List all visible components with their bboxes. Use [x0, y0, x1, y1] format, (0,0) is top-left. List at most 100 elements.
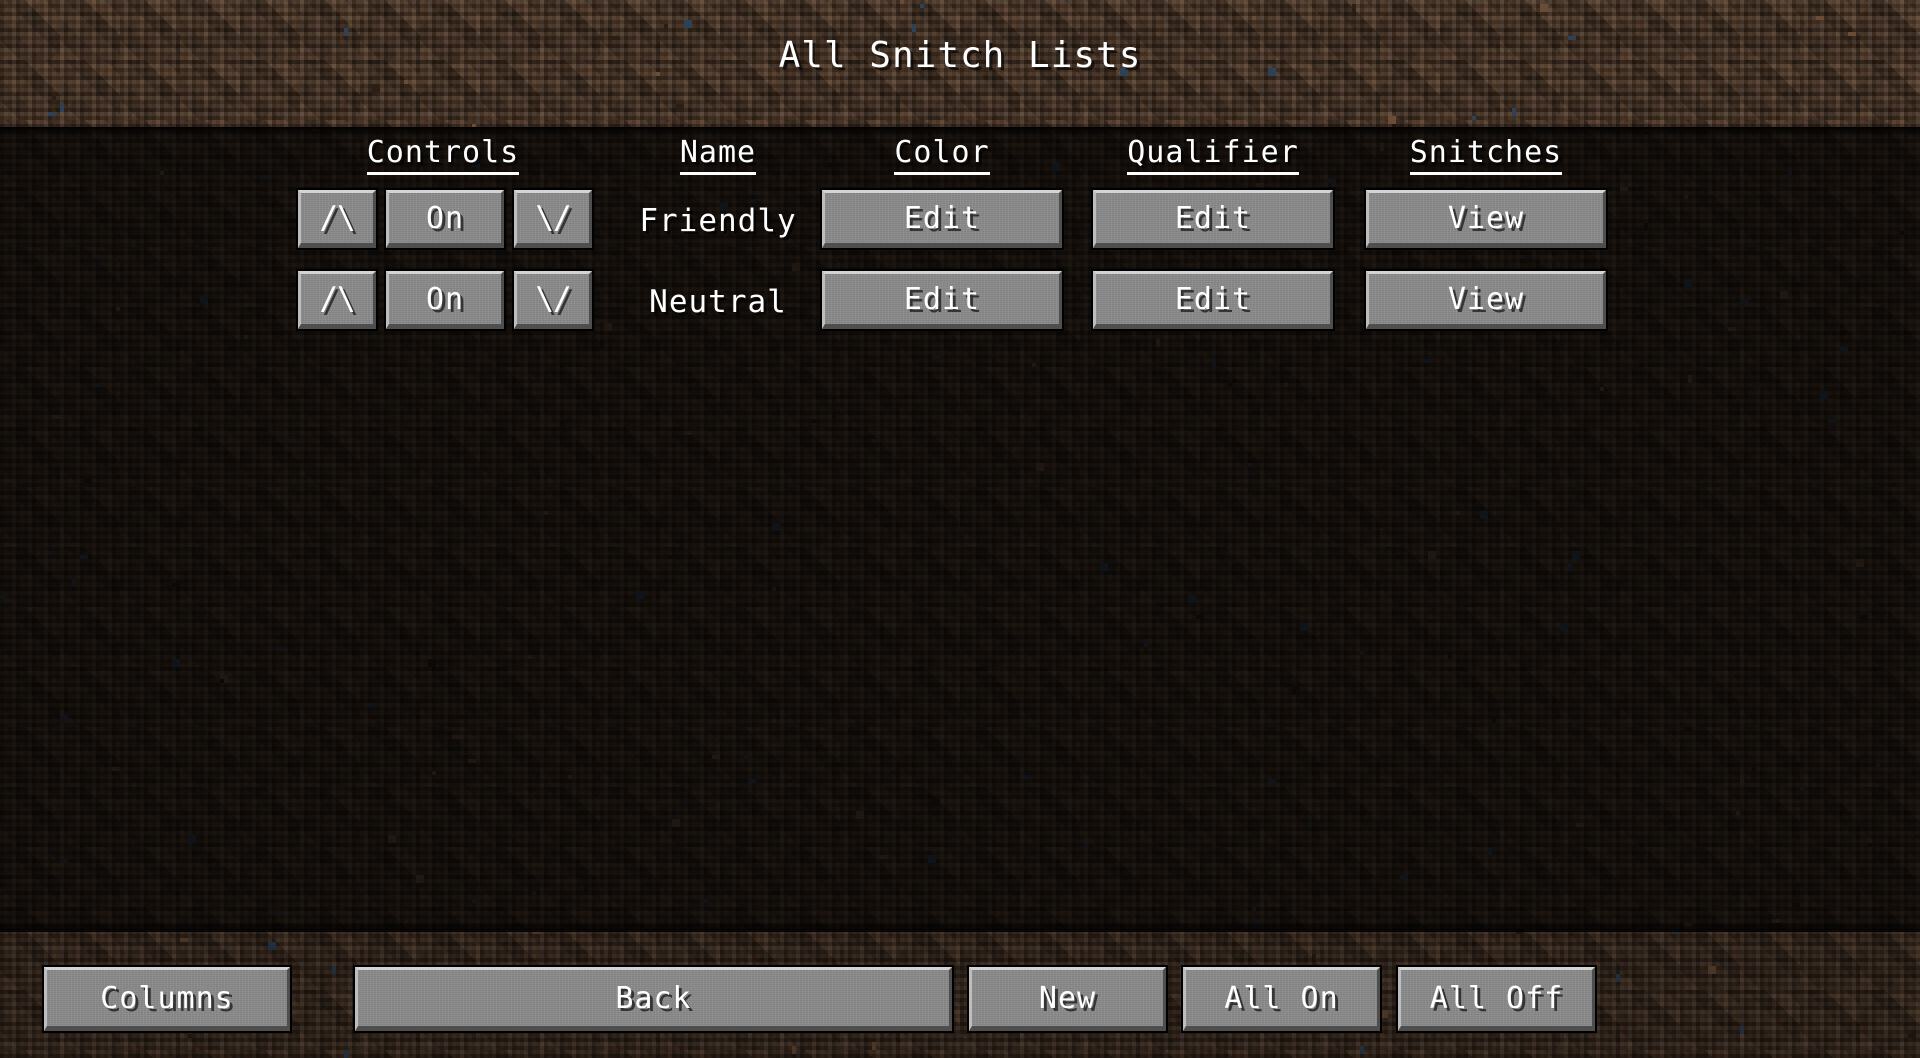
dirt-texture-speck	[1188, 595, 1196, 603]
row-1-color-edit-button[interactable]: Edit	[820, 269, 1064, 331]
dirt-texture-speck	[932, 799, 940, 803]
dirt-texture-speck	[60, 104, 64, 112]
row-0-move-up-button[interactable]: /\	[296, 188, 378, 250]
dirt-texture-speck	[668, 555, 672, 559]
row-0-qualifier-edit-button[interactable]: Edit	[1091, 188, 1335, 250]
dirt-texture-speck	[1708, 966, 1716, 974]
dirt-texture-speck	[1196, 615, 1204, 619]
dirt-texture-speck	[276, 911, 280, 915]
dirt-texture-speck	[1252, 919, 1260, 923]
dirt-texture-speck	[880, 855, 888, 859]
dirt-texture-speck	[344, 28, 348, 36]
new-button[interactable]: New	[967, 965, 1168, 1033]
dirt-texture-speck	[1036, 463, 1044, 471]
dirt-texture-speck	[1820, 391, 1828, 399]
dirt-texture-speck	[1876, 763, 1880, 767]
dirt-texture-speck	[684, 799, 688, 803]
dirt-texture-speck	[684, 431, 692, 435]
row-0-name-label: Friendly	[639, 203, 797, 239]
dirt-texture-speck	[1212, 359, 1216, 367]
dirt-texture-speck	[716, 803, 720, 807]
dirt-texture-speck	[956, 527, 964, 531]
back-button-label: Back	[615, 980, 692, 1016]
dirt-texture-speck	[1328, 179, 1336, 183]
dirt-texture-speck	[1908, 263, 1912, 267]
dirt-texture-speck	[172, 659, 180, 667]
dirt-texture-speck	[1512, 108, 1516, 116]
dirt-texture-speck	[1252, 16, 1256, 20]
dirt-texture-speck	[1868, 843, 1876, 847]
dirt-texture-speck	[532, 930, 540, 934]
row-1-toggle-button[interactable]: On	[384, 269, 506, 331]
dirt-texture-speck	[1572, 551, 1580, 559]
dirt-texture-speck	[404, 80, 408, 84]
dirt-texture-speck	[1468, 251, 1472, 255]
dirt-texture-speck	[1144, 639, 1148, 647]
dirt-texture-speck	[1792, 903, 1800, 911]
dirt-texture-speck	[432, 771, 436, 775]
dirt-texture-speck	[528, 655, 532, 659]
row-0-snitches-view-button[interactable]: View	[1364, 188, 1608, 250]
row-0-move-down-button[interactable]: \/	[512, 188, 594, 250]
dirt-texture-speck	[812, 419, 820, 423]
dirt-texture-speck	[1860, 615, 1868, 619]
dirt-texture-speck	[160, 171, 164, 175]
row-1-qualifier-edit-button[interactable]: Edit	[1091, 269, 1335, 331]
dirt-texture-speck	[1360, 1046, 1364, 1054]
row-0-color-edit-button[interactable]: Edit	[820, 188, 1064, 250]
dirt-texture-speck	[1728, 327, 1736, 331]
dirt-texture-speck	[1908, 1034, 1916, 1038]
row-0-toggle-button[interactable]: On	[384, 188, 506, 250]
columns-button[interactable]: Columns	[42, 965, 292, 1033]
dirt-texture-speck	[80, 555, 88, 559]
dirt-texture-speck	[428, 659, 436, 667]
row-1-move-up-button[interactable]: /\	[296, 269, 378, 331]
dirt-texture-speck	[1616, 974, 1620, 982]
row-1-color-edit-label: Edit	[903, 281, 981, 317]
row-1-snitches-view-button[interactable]: View	[1364, 269, 1608, 331]
dirt-texture-speck	[372, 84, 380, 92]
dirt-texture-speck	[260, 175, 268, 179]
dirt-texture-speck	[584, 887, 588, 895]
all-off-button[interactable]: All Off	[1396, 965, 1597, 1033]
dirt-texture-speck	[60, 715, 68, 723]
dirt-texture-speck	[600, 339, 604, 347]
row-1-move-up-label: /\	[319, 281, 355, 317]
dirt-texture-speck	[888, 799, 892, 803]
dirt-texture-speck	[284, 439, 292, 443]
dirt-texture-speck	[472, 899, 476, 903]
row-1-move-down-button[interactable]: \/	[512, 269, 594, 331]
row-1-snitches-view-label: View	[1447, 281, 1525, 317]
dirt-texture-speck	[1268, 779, 1276, 783]
dirt-texture-speck	[312, 127, 320, 131]
dirt-texture-speck	[1840, 347, 1848, 351]
dirt-texture-speck	[84, 479, 92, 483]
dirt-texture-speck	[32, 331, 40, 335]
row-0-qualifier-edit-label: Edit	[1174, 200, 1252, 236]
dirt-texture-speck	[416, 875, 424, 883]
dirt-texture-speck	[1300, 623, 1308, 631]
dirt-texture-speck	[1600, 387, 1604, 391]
dirt-texture-speck	[244, 335, 248, 339]
page-title: All Snitch Lists	[778, 35, 1142, 76]
column-header-controls: Controls	[298, 136, 588, 175]
dirt-texture-speck	[1788, 171, 1792, 179]
column-header-controls-label: Controls	[366, 136, 520, 175]
dirt-texture-speck	[1900, 231, 1904, 235]
dirt-texture-speck	[748, 779, 756, 783]
dirt-texture-speck	[1620, 187, 1628, 191]
dirt-texture-speck	[544, 511, 548, 515]
dirt-texture-speck	[12, 867, 16, 871]
dirt-texture-speck	[900, 0, 904, 4]
dirt-texture-speck	[1740, 1026, 1744, 1034]
dirt-texture-speck	[1672, 930, 1680, 934]
all-on-button[interactable]: All On	[1181, 965, 1382, 1033]
dirt-texture-speck	[48, 551, 52, 555]
all-off-button-label: All Off	[1429, 980, 1564, 1016]
back-button[interactable]: Back	[353, 965, 954, 1033]
row-1-name-label: Neutral	[649, 284, 787, 320]
dirt-texture-speck	[872, 1042, 876, 1050]
row-0-move-up-label: /\	[319, 200, 355, 236]
column-header-qualifier-label: Qualifier	[1127, 136, 1299, 175]
column-header-color-label: Color	[894, 136, 990, 175]
